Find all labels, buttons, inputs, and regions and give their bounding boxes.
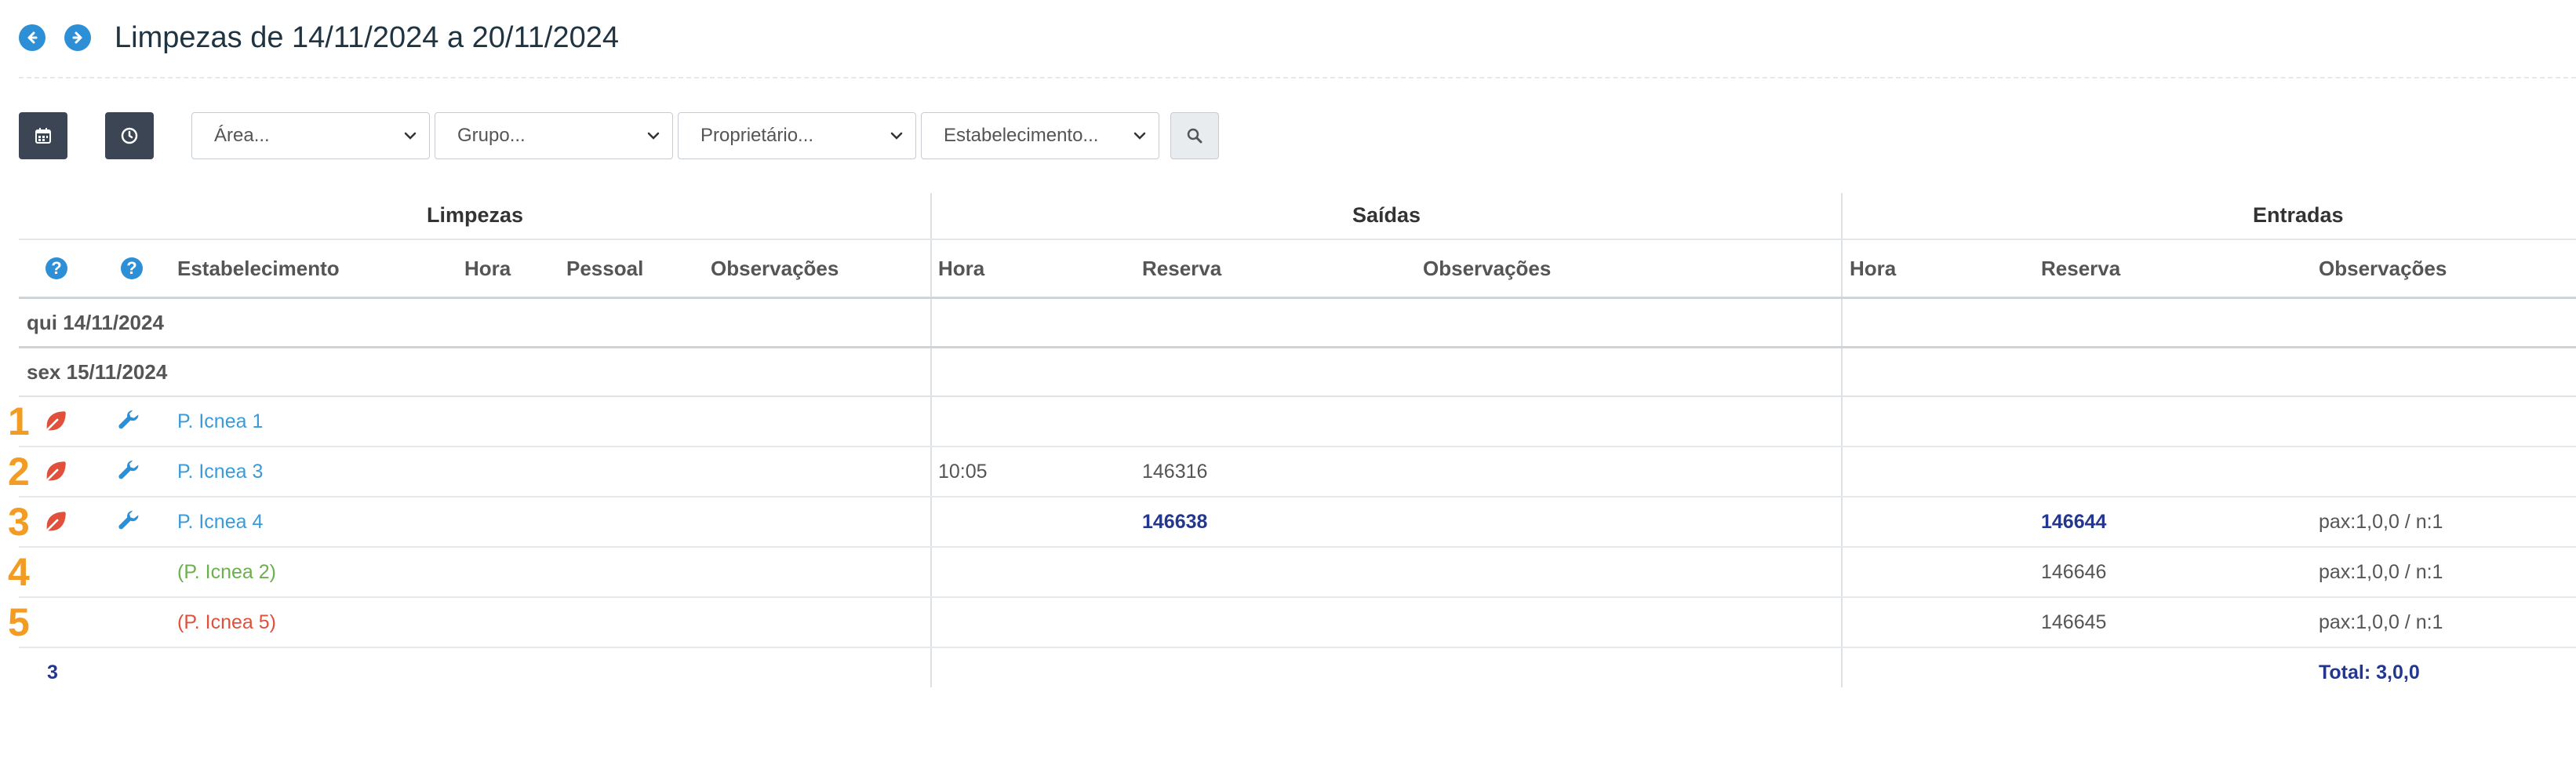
entrada-observacoes: pax:1,0,0 / n:1 [2319,610,2443,633]
col-saidas-observacoes[interactable]: Observações [1423,240,1551,297]
row-number: 1 [8,399,30,443]
estabelecimento-select[interactable]: Estabelecimento... [921,112,1159,159]
wrench-icon[interactable] [116,397,143,446]
area-select[interactable]: Área... [191,112,430,159]
col-pessoal[interactable]: Pessoal [566,240,643,297]
saida-reserva: 146316 [1142,460,1208,483]
entrada-observacoes: pax:1,0,0 / n:1 [2319,510,2443,533]
page-header: Limpezas de 14/11/2024 a 20/11/2024 [19,16,619,60]
col-entradas-observacoes[interactable]: Observações [2319,240,2447,297]
col-saidas-hora[interactable]: Hora [938,240,984,297]
col-entradas-reserva[interactable]: Reserva [2041,240,2120,297]
col-observacoes[interactable]: Observações [711,240,839,297]
help-button[interactable]: ? [45,240,67,297]
col-hora[interactable]: Hora [464,240,511,297]
entrada-reserva: 146646 [2041,560,2107,583]
search-button[interactable] [1170,112,1219,159]
filter-toolbar: Área... Grupo... Proprietário... Estabel… [19,111,1219,160]
establishment-link[interactable]: P. Icnea 1 [177,397,263,446]
grupo-select[interactable]: Grupo... [435,112,673,159]
help-button[interactable]: ? [121,240,143,297]
day-row: qui 14/11/2024 [19,299,2576,348]
saida-hora: 10:05 [938,460,988,483]
day-label: sex 15/11/2024 [27,359,168,384]
col-saidas-reserva[interactable]: Reserva [1142,240,1221,297]
proprietario-select[interactable]: Proprietário... [678,112,916,159]
establishment-link[interactable]: P. Icnea 3 [177,447,263,496]
col-estabelecimento[interactable]: Estabelecimento [177,240,340,297]
column-header-row: ? ? Estabelecimento Hora Pessoal Observa… [19,240,2576,299]
row-number: 2 [8,450,30,494]
col-entradas-hora[interactable]: Hora [1850,240,1896,297]
arrow-left-icon [27,31,38,44]
wrench-icon[interactable] [116,497,143,546]
chevron-down-icon [404,132,417,140]
chevron-down-icon [1133,132,1146,140]
table-row: 4 (P. Icnea 2) 146646 pax:1,0,0 / n:1 [8,548,2576,598]
day-label: qui 14/11/2024 [27,310,164,334]
row-number: 3 [8,500,30,544]
establishment-link[interactable]: P. Icnea 4 [177,497,263,546]
saida-reserva-link[interactable]: 146638 [1142,497,1207,546]
question-icon: ? [45,257,67,279]
row-number: 4 [8,550,30,594]
page-title: Limpezas de 14/11/2024 a 20/11/2024 [115,20,619,54]
calendar-icon [35,128,51,144]
prev-week-button[interactable] [19,24,45,51]
leaf-icon[interactable] [42,447,69,496]
arrow-right-icon [72,31,82,44]
total-count: 3 [47,661,58,683]
entrada-reserva: 146645 [2041,610,2107,633]
leaf-icon[interactable] [42,397,69,446]
question-icon: ? [121,257,143,279]
header-divider [19,77,2576,78]
cleanings-table: Limpezas Saídas Entradas ? ? Estabelecim… [8,191,2576,697]
chevron-down-icon [890,132,903,140]
leaf-icon[interactable] [42,497,69,546]
clock-button[interactable] [105,112,154,159]
table-row: 5 (P. Icnea 5) 146645 pax:1,0,0 / n:1 [8,598,2576,648]
establishment-link[interactable]: (P. Icnea 5) [177,598,276,647]
group-saidas: Saídas [1352,202,1421,227]
calendar-button[interactable] [19,112,67,159]
row-number: 5 [8,600,30,644]
clock-icon [121,127,138,144]
group-limpezas: Limpezas [427,202,524,227]
total-sum: Total: 3,0,0 [2319,661,2420,683]
entrada-reserva-link[interactable]: 146644 [2041,497,2106,546]
entrada-observacoes: pax:1,0,0 / n:1 [2319,560,2443,583]
totals-row: 3 Total: 3,0,0 [19,648,2576,697]
wrench-icon[interactable] [116,447,143,496]
establishment-link[interactable]: (P. Icnea 2) [177,548,276,596]
table-row: 2 P. Icnea 3 10:05 146316 [8,447,2576,497]
table-row: 1 P. Icnea 1 [8,397,2576,447]
search-icon [1187,128,1202,144]
chevron-down-icon [647,132,660,140]
day-row: sex 15/11/2024 [19,348,2576,397]
table-row: 3 P. Icnea 4 146638 146644 pax:1,0,0 / n… [8,497,2576,548]
group-header-row: Limpezas Saídas Entradas [19,191,2576,240]
group-entradas: Entradas [2253,202,2344,227]
next-week-button[interactable] [64,24,91,51]
